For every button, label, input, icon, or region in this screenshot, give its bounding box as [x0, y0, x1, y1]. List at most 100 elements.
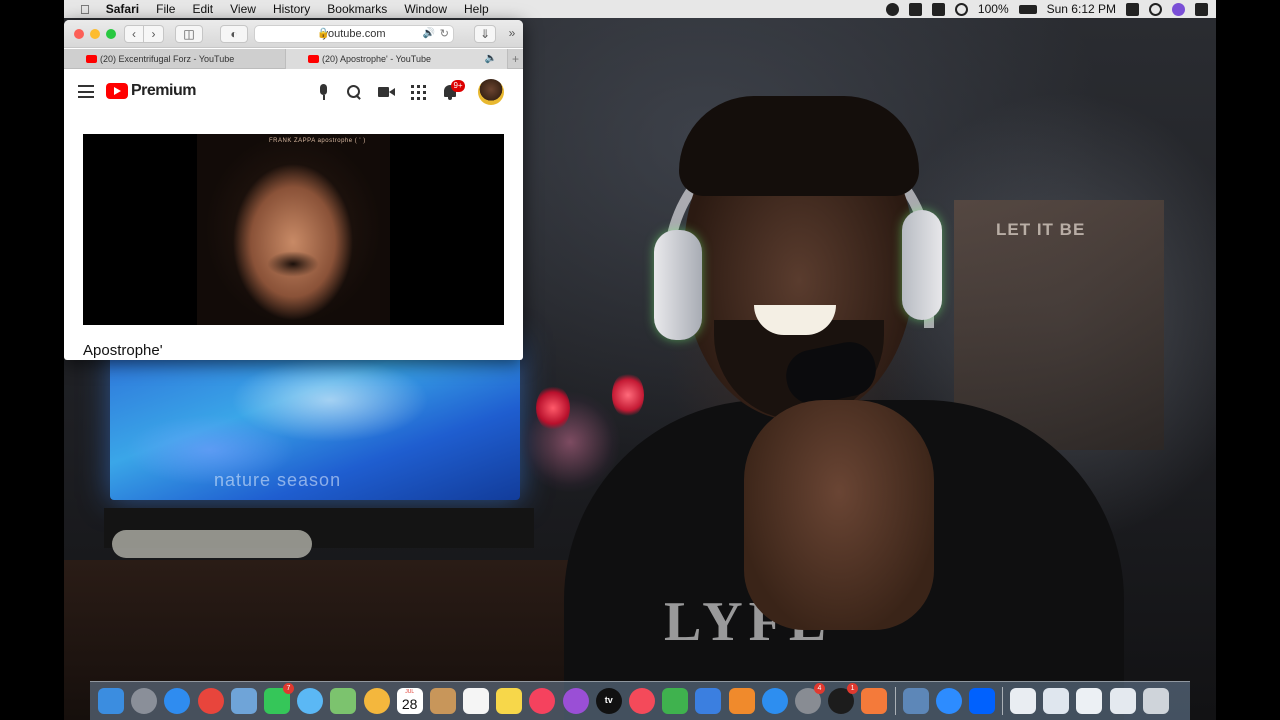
mac-screen: nature season LET IT BE LYFE  Safari Fi… [64, 0, 1216, 720]
window-thumb-1-icon[interactable] [1010, 688, 1037, 714]
messages-icon[interactable] [297, 688, 324, 714]
settings-badge: 4 [813, 683, 825, 694]
back-button[interactable]: ‹ [124, 25, 144, 43]
menu-bookmarks[interactable]: Bookmarks [327, 2, 387, 16]
menu-help[interactable]: Help [464, 2, 489, 16]
dropbox-status-icon[interactable] [908, 2, 922, 16]
youtube-favicon-icon [308, 55, 319, 63]
tv-label: tv [604, 695, 613, 705]
title-bar: ‹ › ◫ ◐ 🔒 youtube.com 🔊 ↻ ⇓ » [64, 20, 523, 48]
app-store-icon[interactable] [761, 688, 788, 714]
dock-separator [1002, 687, 1004, 715]
apps-grid-icon[interactable] [408, 82, 428, 102]
numbers-icon[interactable] [662, 688, 689, 714]
window-thumb-4-icon[interactable] [1109, 688, 1136, 714]
zoom-icon[interactable] [935, 688, 962, 714]
video-player[interactable]: FRANK ZAPPA apostrophe ( ' ) [83, 134, 504, 325]
apple-menu-icon[interactable]:  [80, 2, 90, 17]
video-frame: nature season LET IT BE LYFE  Safari Fi… [0, 0, 1280, 720]
podcasts-icon[interactable] [562, 688, 589, 714]
zoom-status-icon[interactable] [931, 2, 945, 16]
spotlight-search-icon[interactable] [1149, 2, 1162, 16]
video-title: Apostrophe' [83, 342, 163, 359]
window-thumb-3-icon[interactable] [1076, 688, 1103, 714]
quicktime-icon[interactable]: 1 [828, 683, 859, 714]
youtube-logo-icon[interactable] [106, 83, 128, 99]
battery-icon[interactable] [1018, 4, 1037, 14]
create-video-icon[interactable] [376, 82, 396, 102]
hamburger-menu-icon[interactable] [78, 85, 94, 98]
screen-recorder-icon[interactable] [861, 688, 888, 714]
lock-icon: 🔒 [317, 28, 330, 39]
privacy-shield-icon[interactable]: ◐ [220, 25, 248, 43]
clock[interactable]: Sun 6:12 PM [1047, 2, 1116, 16]
address-text: youtube.com [322, 28, 386, 40]
downloads-icon[interactable]: ⇓ [474, 25, 496, 43]
menu-edit[interactable]: Edit [192, 2, 213, 16]
screen-mirror-icon[interactable] [1126, 2, 1139, 16]
maps-icon[interactable] [330, 688, 357, 714]
image-capture-icon[interactable] [902, 688, 929, 714]
notification-center-icon[interactable] [1195, 2, 1208, 16]
youtube-premium-label[interactable]: Premium [131, 82, 196, 100]
preview-icon[interactable] [230, 688, 257, 714]
minimize-window-button[interactable] [90, 29, 100, 39]
tab-audio-icon[interactable]: 🔈 [485, 49, 497, 69]
news-badge: 1 [847, 683, 859, 694]
menu-bar:  Safari File Edit View History Bookmark… [64, 0, 1216, 18]
finder-icon[interactable] [98, 688, 124, 714]
calendar-icon[interactable]: JUL 28 [396, 688, 423, 714]
menu-window[interactable]: Window [404, 2, 447, 16]
album-cover-text: FRANK ZAPPA apostrophe ( ' ) [269, 138, 366, 144]
facetime-badge: 7 [282, 683, 294, 694]
headphone-cup-left [654, 230, 702, 340]
dropbox-icon[interactable] [968, 688, 995, 714]
notes-icon[interactable] [496, 688, 523, 714]
facetime-icon[interactable]: 7 [263, 683, 294, 714]
trash-icon[interactable] [1142, 688, 1169, 714]
hand [744, 400, 934, 630]
tab-apostrophe[interactable]: (20) Apostrophe' - YouTube 🔈 [286, 49, 508, 69]
audio-playing-icon[interactable]: 🔊 [423, 26, 435, 42]
tab-excentrifugal-forz[interactable]: (20) Excentrifugal Forz - YouTube [64, 49, 286, 69]
reload-icon[interactable]: ↻ [440, 26, 449, 42]
menu-file[interactable]: File [156, 2, 175, 16]
contacts-icon[interactable] [429, 688, 456, 714]
voice-search-icon[interactable] [314, 82, 334, 102]
tab-bar: (20) Excentrifugal Forz - YouTube (20) A… [64, 49, 523, 69]
launchpad-icon[interactable] [131, 688, 158, 714]
calendar-month: JUL [405, 689, 415, 695]
sidebar-toggle-icon[interactable]: ◫ [175, 25, 203, 43]
chrome-icon[interactable] [197, 688, 224, 714]
record-icon[interactable] [885, 2, 899, 16]
apple-tv-icon[interactable]: tv [595, 688, 622, 714]
address-bar[interactable]: 🔒 youtube.com 🔊 ↻ [254, 25, 454, 43]
system-preferences-icon[interactable]: 4 [794, 683, 825, 714]
news-icon[interactable] [629, 688, 655, 714]
youtube-favicon-icon [86, 55, 97, 63]
forward-button[interactable]: › [144, 25, 164, 43]
safari-icon[interactable] [164, 688, 191, 714]
window-thumb-2-icon[interactable] [1043, 688, 1070, 714]
zoom-window-button[interactable] [106, 29, 116, 39]
album-cover: FRANK ZAPPA apostrophe ( ' ) [197, 134, 390, 325]
menu-extras: 100% Sun 6:12 PM [876, 0, 1208, 18]
battery-percent[interactable]: 100% [978, 2, 1009, 16]
tab-title: (20) Apostrophe' - YouTube [322, 54, 431, 64]
photos-icon[interactable] [363, 688, 390, 714]
avatar[interactable] [478, 79, 504, 105]
close-window-button[interactable] [74, 29, 84, 39]
menu-view[interactable]: View [230, 2, 256, 16]
music-icon[interactable] [529, 688, 556, 714]
reminders-icon[interactable] [463, 688, 490, 714]
search-icon[interactable] [344, 82, 364, 102]
wifi-icon[interactable] [954, 2, 968, 16]
siri-icon[interactable] [1172, 2, 1185, 16]
pages-icon[interactable] [728, 688, 755, 714]
keynote-icon[interactable] [695, 688, 722, 714]
menu-history[interactable]: History [273, 2, 310, 16]
app-menu[interactable]: Safari [106, 2, 139, 16]
more-toolbar-icon[interactable]: » [504, 25, 520, 43]
youtube-header: Premium 9+ [64, 70, 523, 114]
new-tab-button[interactable]: + [508, 49, 523, 68]
